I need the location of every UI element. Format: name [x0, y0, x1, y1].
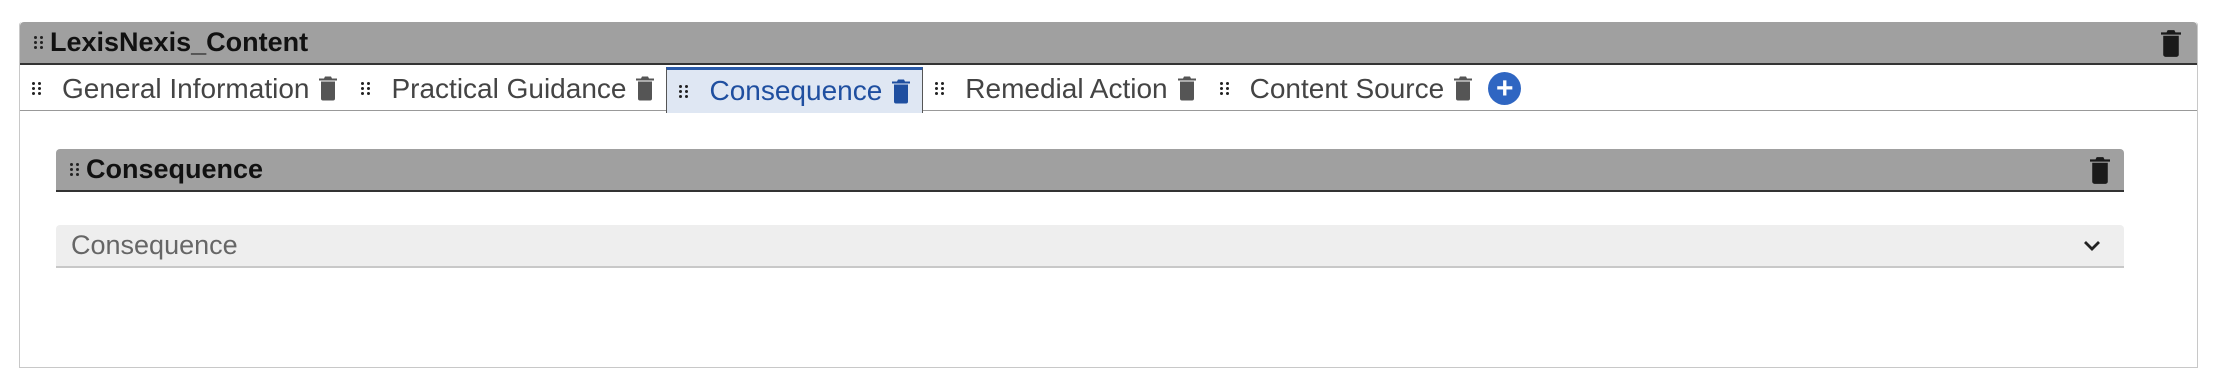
drag-handle-icon[interactable]: [361, 82, 371, 95]
trash-icon[interactable]: [2161, 30, 2181, 57]
subsection-title: Consequence: [86, 154, 264, 184]
drag-handle-icon[interactable]: [32, 82, 42, 95]
drag-handle-icon[interactable]: [1219, 82, 1230, 95]
tab-label: General Information: [62, 72, 310, 104]
trash-icon[interactable]: [319, 76, 338, 101]
trash-icon[interactable]: [892, 79, 911, 104]
trash-icon[interactable]: [1454, 76, 1473, 101]
tab-remedial-action[interactable]: Remedial Action: [923, 67, 1207, 111]
tab-bar: General Information Practical Guidance C…: [20, 66, 2197, 113]
tab-label: Consequence: [709, 75, 883, 106]
trash-icon[interactable]: [2090, 157, 2110, 184]
content-panel: LexisNexis_Content General Information P…: [19, 22, 2198, 368]
tab-general-information[interactable]: General Information: [20, 67, 349, 111]
trash-icon[interactable]: [1177, 76, 1196, 101]
subsection-header: Consequence: [56, 149, 2124, 192]
drag-handle-icon[interactable]: [935, 82, 945, 95]
plus-circle-icon: +: [1495, 71, 1514, 105]
section-title: LexisNexis_Content: [50, 27, 309, 57]
tab-content-source[interactable]: Content Source: [1208, 67, 1485, 111]
tab-consequence[interactable]: Consequence: [666, 66, 924, 113]
drag-handle-icon[interactable]: [679, 84, 689, 98]
chevron-down-icon[interactable]: [2082, 236, 2102, 256]
drag-handle-icon[interactable]: [70, 163, 80, 176]
section-header: LexisNexis_Content: [20, 22, 2197, 65]
consequence-dropdown[interactable]: Consequence: [56, 225, 2124, 268]
dropdown-value: Consequence: [71, 230, 238, 260]
tab-label: Practical Guidance: [391, 72, 627, 104]
tab-practical-guidance[interactable]: Practical Guidance: [349, 67, 666, 111]
add-tab-button[interactable]: +: [1488, 71, 1522, 105]
tab-label: Content Source: [1249, 72, 1445, 104]
drag-handle-icon[interactable]: [34, 36, 44, 49]
trash-icon[interactable]: [636, 76, 655, 101]
tab-label: Remedial Action: [965, 72, 1168, 104]
